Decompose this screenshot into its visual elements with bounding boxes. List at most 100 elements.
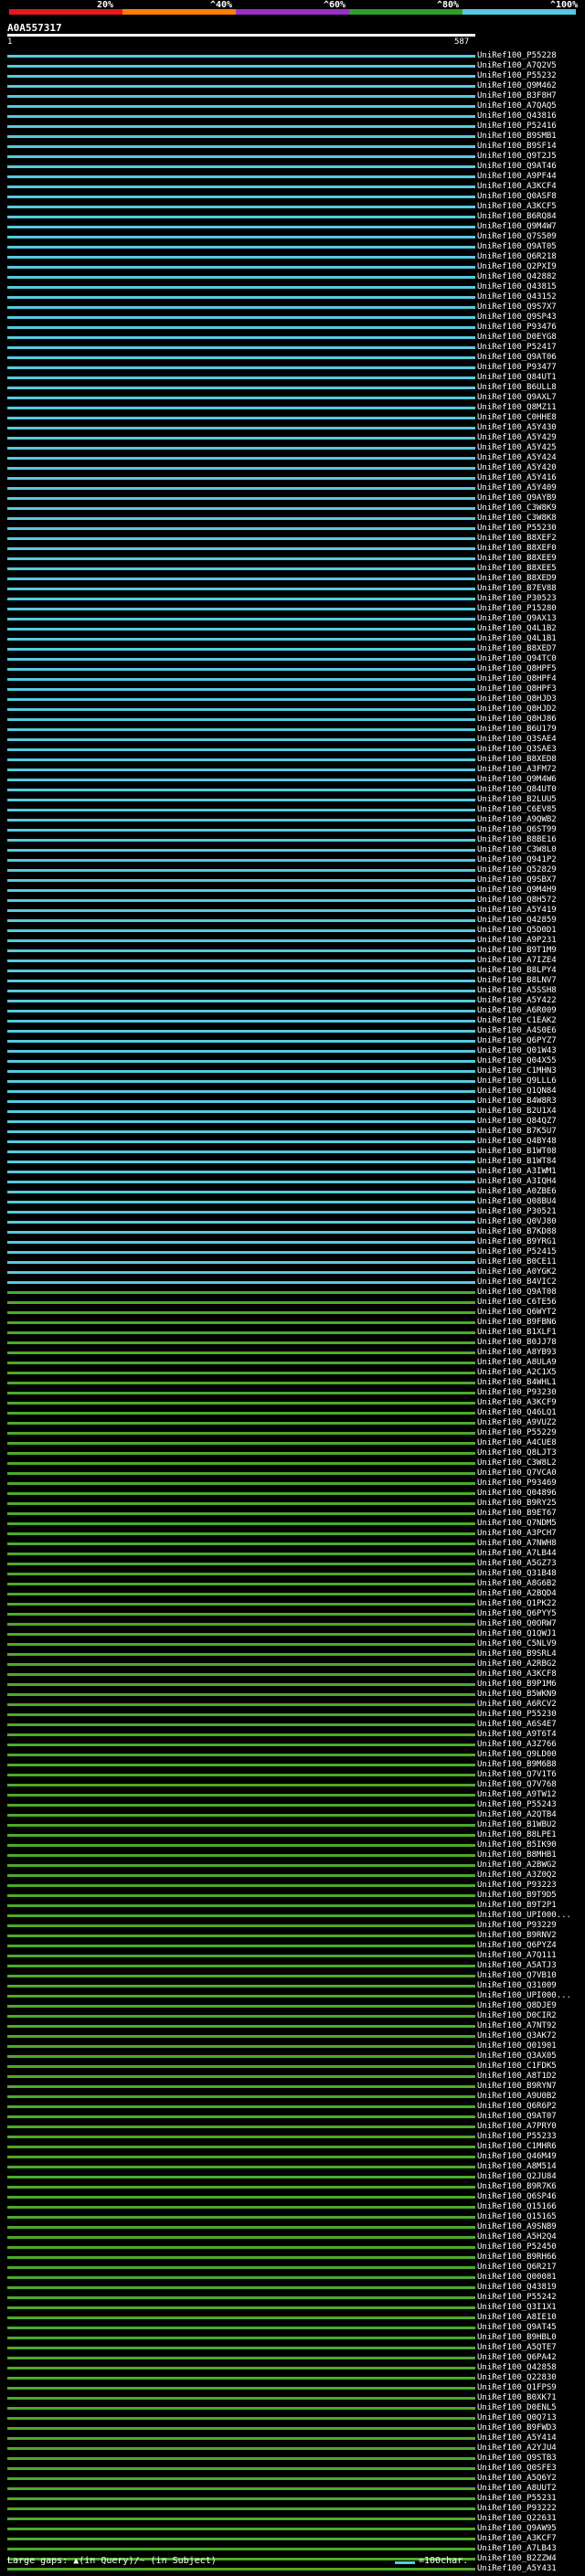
hit-row[interactable]: UniRef100_B8LPE1 (0, 1830, 585, 1840)
hit-label[interactable]: UniRef100_B9SF14 (477, 142, 557, 152)
hit-row[interactable]: UniRef100_Q8H572 (0, 896, 585, 906)
hit-row[interactable]: UniRef100_Q7S509 (0, 232, 585, 242)
hit-row[interactable]: UniRef100_Q8HJD2 (0, 705, 585, 715)
hit-row[interactable]: UniRef100_B6RQ84 (0, 212, 585, 222)
hit-row[interactable]: UniRef100_Q31009 (0, 1981, 585, 1991)
hit-row[interactable]: UniRef100_C3W8K8 (0, 514, 585, 524)
hit-row[interactable]: UniRef100_Q9LLL6 (0, 1076, 585, 1087)
hit-label[interactable]: UniRef100_Q8HJD2 (477, 705, 557, 715)
hit-label[interactable]: UniRef100_B9T2P1 (477, 1901, 557, 1911)
hit-label[interactable]: UniRef100_A5Y422 (477, 996, 557, 1006)
hit-label[interactable]: UniRef100_Q84UT1 (477, 373, 557, 383)
hit-label[interactable]: UniRef100_B9RH66 (477, 2253, 557, 2263)
hit-label[interactable]: UniRef100_A3KCF9 (477, 1398, 557, 1408)
hit-row[interactable]: UniRef100_Q9SP43 (0, 313, 585, 323)
hit-label[interactable]: UniRef100_A2BQD4 (477, 1589, 557, 1599)
hit-row[interactable]: UniRef100_Q9AT08 (0, 1288, 585, 1298)
hit-row[interactable]: UniRef100_P30521 (0, 1207, 585, 1217)
hit-label[interactable]: UniRef100_C3W8L0 (477, 845, 557, 855)
hit-label[interactable]: UniRef100_A8M514 (477, 2162, 557, 2172)
hit-label[interactable]: UniRef100_Q7V1T6 (477, 1770, 557, 1780)
hit-row[interactable]: UniRef100_C3W8L2 (0, 1458, 585, 1468)
hit-label[interactable]: UniRef100_A2C1X5 (477, 1368, 557, 1378)
hit-label[interactable]: UniRef100_A2RBG2 (477, 1659, 557, 1670)
hit-label[interactable]: UniRef100_Q46M49 (477, 2152, 557, 2162)
hit-row[interactable]: UniRef100_B9R7K6 (0, 2182, 585, 2192)
hit-row[interactable]: UniRef100_Q8HJD3 (0, 694, 585, 705)
hit-label[interactable]: UniRef100_C3W8K8 (477, 514, 557, 524)
hit-row[interactable]: UniRef100_A6RCV2 (0, 1700, 585, 1710)
hit-row[interactable]: UniRef100_A5Y429 (0, 433, 585, 443)
hit-row[interactable]: UniRef100_Q6R217 (0, 2263, 585, 2273)
hit-row[interactable]: UniRef100_Q7V768 (0, 1780, 585, 1790)
hit-row[interactable]: UniRef100_A6S4E7 (0, 1720, 585, 1730)
hit-label[interactable]: UniRef100_A3FM72 (477, 765, 557, 775)
hit-row[interactable]: UniRef100_B9T9D5 (0, 1891, 585, 1901)
hit-row[interactable]: UniRef100_A5Y424 (0, 453, 585, 463)
hit-row[interactable]: UniRef100_Q8DJE9 (0, 2001, 585, 2011)
hit-label[interactable]: UniRef100_A6RCV2 (477, 1700, 557, 1710)
hit-label[interactable]: UniRef100_Q08BU4 (477, 1197, 557, 1207)
hit-row[interactable]: UniRef100_Q8HPF4 (0, 674, 585, 684)
hit-label[interactable]: UniRef100_B9FBN6 (477, 1318, 557, 1328)
hit-row[interactable]: UniRef100_Q43152 (0, 292, 585, 302)
hit-row[interactable]: UniRef100_A9SNB9 (0, 2222, 585, 2232)
hit-label[interactable]: UniRef100_A0ZBE6 (477, 1187, 557, 1197)
hit-row[interactable]: UniRef100_Q43816 (0, 111, 585, 122)
hit-label[interactable]: UniRef100_B4VIC2 (477, 1277, 557, 1288)
hit-row[interactable]: UniRef100_Q8HPF5 (0, 664, 585, 674)
hit-label[interactable]: UniRef100_B9T1M9 (477, 946, 557, 956)
hit-label[interactable]: UniRef100_Q9AXL7 (477, 393, 557, 403)
hit-row[interactable]: UniRef100_Q7VCA0 (0, 1468, 585, 1479)
hit-label[interactable]: UniRef100_Q4L1B1 (477, 634, 557, 644)
hit-row[interactable]: UniRef100_Q0Q713 (0, 2413, 585, 2423)
hit-row[interactable]: UniRef100_Q15166 (0, 2202, 585, 2212)
hit-label[interactable]: UniRef100_Q9AW95 (477, 2524, 557, 2534)
hit-label[interactable]: UniRef100_A3KCF8 (477, 1670, 557, 1680)
hit-label[interactable]: UniRef100_A8UUT2 (477, 2484, 557, 2494)
hit-row[interactable]: UniRef100_B9RY25 (0, 1499, 585, 1509)
hit-row[interactable]: UniRef100_Q04X55 (0, 1056, 585, 1066)
hit-row[interactable]: UniRef100_C1FDK5 (0, 2062, 585, 2072)
hit-row[interactable]: UniRef100_A3KCF5 (0, 202, 585, 212)
hit-label[interactable]: UniRef100_C3W8L2 (477, 1458, 557, 1468)
hit-label[interactable]: UniRef100_C1EAK2 (477, 1016, 557, 1026)
hit-label[interactable]: UniRef100_Q7VCA0 (477, 1468, 557, 1479)
hit-label[interactable]: UniRef100_Q9SP43 (477, 313, 557, 323)
hit-row[interactable]: UniRef100_B4VIC2 (0, 1277, 585, 1288)
hit-label[interactable]: UniRef100_A8T1D2 (477, 2072, 557, 2082)
hit-row[interactable]: UniRef100_Q04896 (0, 1489, 585, 1499)
hit-label[interactable]: UniRef100_A4CUE8 (477, 1438, 557, 1448)
hit-row[interactable]: UniRef100_Q1QN84 (0, 1087, 585, 1097)
hit-label[interactable]: UniRef100_B9ET67 (477, 1509, 557, 1519)
hit-row[interactable]: UniRef100_A7QAQ5 (0, 101, 585, 111)
hit-row[interactable]: UniRef100_C6TE56 (0, 1298, 585, 1308)
hit-label[interactable]: UniRef100_Q8HPF4 (477, 674, 557, 684)
hit-label[interactable]: UniRef100_B8LNV7 (477, 976, 557, 986)
hit-label[interactable]: UniRef100_Q15165 (477, 2212, 557, 2222)
hit-row[interactable]: UniRef100_Q0ORW7 (0, 1619, 585, 1629)
hit-label[interactable]: UniRef100_B8XED8 (477, 755, 557, 765)
hit-label[interactable]: UniRef100_Q94TC0 (477, 654, 557, 664)
hit-row[interactable]: UniRef100_Q9M462 (0, 81, 585, 91)
hit-label[interactable]: UniRef100_P93229 (477, 1921, 557, 1931)
hit-row[interactable]: UniRef100_B2U1X4 (0, 1107, 585, 1117)
hit-row[interactable]: UniRef100_P93230 (0, 1388, 585, 1398)
hit-label[interactable]: UniRef100_A7IZE4 (477, 956, 557, 966)
hit-label[interactable]: UniRef100_A6S4E7 (477, 1720, 557, 1730)
hit-label[interactable]: UniRef100_Q9T2J5 (477, 152, 557, 162)
hit-label[interactable]: UniRef100_B1WBU2 (477, 1820, 557, 1830)
hit-label[interactable]: UniRef100_Q6WYT2 (477, 1308, 557, 1318)
hit-row[interactable]: UniRef100_Q9M4H9 (0, 885, 585, 896)
hit-label[interactable]: UniRef100_B2U1X4 (477, 1107, 557, 1117)
hit-label[interactable]: UniRef100_P55242 (477, 2293, 557, 2303)
hit-row[interactable]: UniRef100_Q01901 (0, 2041, 585, 2051)
hit-label[interactable]: UniRef100_A6R009 (477, 1006, 557, 1016)
hit-row[interactable]: UniRef100_P52415 (0, 1247, 585, 1257)
hit-label[interactable]: UniRef100_B8LPY4 (477, 966, 557, 976)
hit-row[interactable]: UniRef100_P15280 (0, 604, 585, 614)
hit-row[interactable]: UniRef100_A8IE10 (0, 2313, 585, 2323)
hit-row[interactable]: UniRef100_B9SMB1 (0, 132, 585, 142)
hit-row[interactable]: UniRef100_P55242 (0, 2293, 585, 2303)
hit-row[interactable]: UniRef100_Q42858 (0, 2363, 585, 2373)
